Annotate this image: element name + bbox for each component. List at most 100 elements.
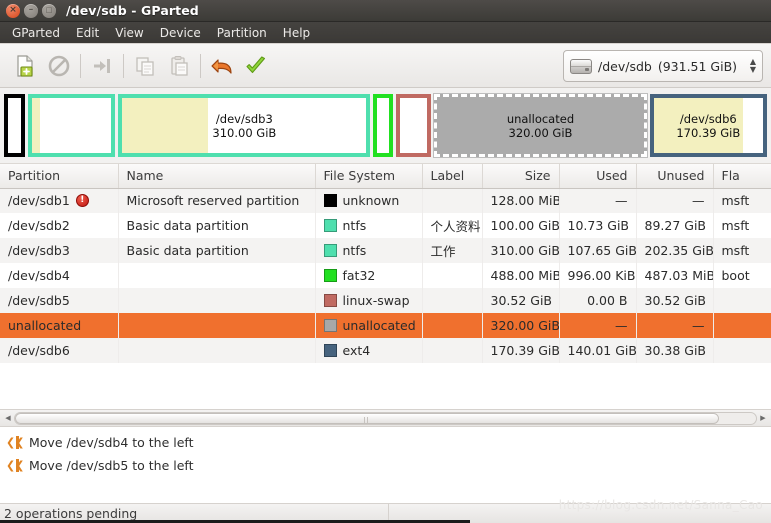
delete-partition-button[interactable]: [42, 49, 76, 83]
filesystem-name: ntfs: [342, 243, 367, 258]
cell-name: [118, 338, 316, 363]
table-row[interactable]: unallocated unallocated 320.00 GiB — —: [0, 313, 771, 338]
disk-block-used-portion: [122, 98, 208, 153]
undo-button[interactable]: [205, 49, 239, 83]
disk-block-devsdb4[interactable]: [373, 94, 394, 157]
column-header-size[interactable]: Size: [482, 164, 560, 189]
cell-size: 128.00 MiB: [482, 188, 560, 213]
disk-block-devsdb1[interactable]: [4, 94, 25, 157]
menu-partition[interactable]: Partition: [209, 24, 275, 42]
horizontal-scrollbar[interactable]: ◀ ▶: [0, 410, 771, 427]
cell-unused: 89.27 GiB: [636, 213, 714, 238]
table-row[interactable]: /dev/sdb5 linux-swap 30.52 GiB 0.00 B 30.52 …: [0, 288, 771, 313]
disk-block-label: /dev/sdb3 310.00 GiB: [212, 112, 276, 140]
operation-item[interactable]: ❮❮ Move /dev/sdb4 to the left: [0, 431, 771, 454]
cell-unused: —: [636, 188, 714, 213]
harddisk-icon: [570, 58, 592, 74]
scroll-left-arrow-icon[interactable]: ◀: [2, 412, 14, 425]
column-header-partition[interactable]: Partition: [0, 164, 119, 189]
menu-gparted[interactable]: GParted: [4, 24, 68, 42]
move-left-icon: ❮❮: [6, 459, 24, 472]
resize-move-button[interactable]: [85, 49, 119, 83]
minimize-window-button[interactable]: –: [24, 3, 38, 18]
cell-name: Basic data partition: [118, 238, 316, 263]
menu-help[interactable]: Help: [275, 24, 318, 42]
cell-flags: [713, 313, 771, 338]
disk-block-devsdb3[interactable]: /dev/sdb3 310.00 GiB: [118, 94, 371, 157]
table-row[interactable]: /dev/sdb4 fat32 488.00 MiB 996.00 KiB 487.03…: [0, 263, 771, 288]
filesystem-color-swatch: [323, 319, 337, 332]
cell-partition: /dev/sdb5: [0, 288, 119, 313]
column-header-unused[interactable]: Unused: [636, 164, 714, 189]
partition-name: /dev/sdb2: [8, 218, 70, 233]
new-partition-button[interactable]: [8, 49, 42, 83]
scrollbar-thumb[interactable]: [15, 412, 719, 424]
toolbar-separator-3: [200, 53, 201, 78]
paste-button[interactable]: [162, 49, 196, 83]
toolbar: /dev/sdb (931.51 GiB) ▲ ▼: [0, 44, 771, 88]
table-row[interactable]: /dev/sdb3 Basic data partition ntfs 工作 310.0…: [0, 238, 771, 263]
window-title: /dev/sdb - GParted: [66, 3, 199, 18]
operation-text: Move /dev/sdb5 to the left: [29, 458, 194, 473]
column-header-used[interactable]: Used: [559, 164, 637, 189]
toolbar-separator-1: [80, 53, 81, 78]
scrollbar-trough[interactable]: [14, 411, 757, 425]
scroll-right-arrow-icon[interactable]: ▶: [757, 412, 769, 425]
menu-device[interactable]: Device: [152, 24, 209, 42]
device-selector[interactable]: /dev/sdb (931.51 GiB) ▲ ▼: [563, 50, 763, 82]
device-selector-spinner[interactable]: ▲ ▼: [746, 58, 756, 74]
cell-name: Basic data partition: [118, 213, 316, 238]
operation-item[interactable]: ❮❮ Move /dev/sdb5 to the left: [0, 454, 771, 477]
disk-block-size: 320.00 GiB: [508, 125, 573, 140]
cell-partition: /dev/sdb3: [0, 238, 119, 263]
filesystem-color-swatch: [323, 194, 337, 208]
new-partition-icon: [17, 54, 33, 77]
pending-operations-list: ❮❮ Move /dev/sdb4 to the left ❮❮ Move /dev/…: [0, 427, 771, 503]
disk-block-label: /dev/sdb6 170.39 GiB: [676, 112, 740, 140]
cell-name: [118, 263, 316, 288]
disk-block-name: /dev/sdb6: [679, 111, 737, 126]
partition-name: /dev/sdb4: [8, 268, 70, 283]
disk-block-label: unallocated 320.00 GiB: [507, 112, 574, 140]
window-controls: × – □: [6, 3, 56, 18]
toolbar-separator-2: [123, 53, 124, 78]
disk-block-devsdb6[interactable]: /dev/sdb6 170.39 GiB: [649, 94, 768, 157]
operation-text: Move /dev/sdb4 to the left: [29, 435, 194, 450]
cell-filesystem: unallocated: [315, 313, 423, 338]
cell-flags: msft: [713, 213, 771, 238]
table-row[interactable]: /dev/sdb2 Basic data partition ntfs 个人资料 100…: [0, 213, 771, 238]
menu-view[interactable]: View: [107, 24, 151, 42]
filesystem-name: ext4: [342, 343, 371, 358]
column-header-flags[interactable]: Fla: [713, 164, 771, 189]
disk-block-devsdb2[interactable]: [27, 94, 116, 157]
partition-name: unallocated: [8, 318, 82, 333]
disk-graphic[interactable]: /dev/sdb3 310.00 GiB unallocated 320.00 GiB…: [0, 88, 771, 164]
filesystem-name: linux-swap: [342, 293, 410, 308]
column-header-filesystem[interactable]: File System: [315, 164, 423, 189]
column-header-name[interactable]: Name: [118, 164, 316, 189]
cell-partition: /dev/sdb4: [0, 263, 119, 288]
filesystem-name: unknown: [342, 193, 400, 209]
cell-label: [422, 313, 483, 338]
cell-filesystem: ntfs: [315, 238, 423, 263]
close-window-button[interactable]: ×: [6, 3, 20, 18]
disk-block-devsdb5[interactable]: [396, 94, 432, 157]
menu-edit[interactable]: Edit: [68, 24, 107, 42]
maximize-window-button[interactable]: □: [42, 3, 56, 18]
cell-unused: —: [636, 313, 714, 338]
status-text: 2 operations pending: [4, 506, 138, 521]
copy-button[interactable]: [128, 49, 162, 83]
partition-table: Partition Name File System Label Size Us…: [0, 164, 771, 363]
cell-flags: [713, 288, 771, 313]
filesystem-name: ntfs: [342, 218, 367, 233]
disk-block-unallocated[interactable]: unallocated 320.00 GiB: [433, 93, 648, 158]
apply-icon: [246, 55, 266, 73]
title-bar: × – □ /dev/sdb - GParted: [0, 0, 771, 22]
cell-unused: 202.35 GiB: [636, 238, 714, 263]
apply-button[interactable]: [239, 49, 273, 83]
table-row[interactable]: /dev/sdb6 ext4 170.39 GiB 140.01 GiB 30.38 G…: [0, 338, 771, 363]
cell-label: [422, 338, 483, 363]
table-row[interactable]: /dev/sdb1 Microsoft reserved partition unk…: [0, 188, 771, 213]
column-header-label[interactable]: Label: [422, 164, 483, 189]
disk-block-name: unallocated: [506, 111, 575, 126]
